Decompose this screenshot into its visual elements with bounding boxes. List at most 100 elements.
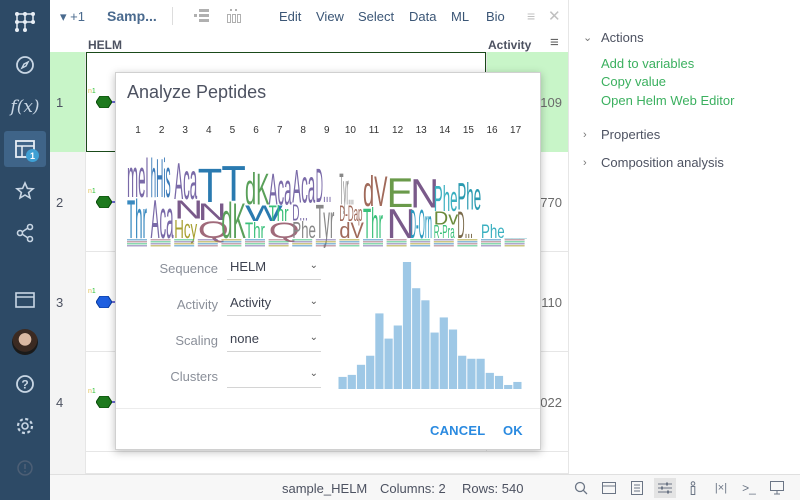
compass-icon[interactable] (0, 47, 50, 83)
histogram-bar[interactable] (494, 375, 504, 389)
activity-histogram[interactable] (338, 258, 522, 389)
histogram-bar[interactable] (458, 355, 467, 389)
ok-button[interactable]: OK (503, 423, 523, 438)
properties-section-header[interactable]: › Properties (583, 127, 660, 142)
activity-select[interactable]: Activity ⌄ (227, 292, 321, 316)
logo-minor-letter (127, 241, 147, 243)
info-icon[interactable] (682, 478, 704, 498)
position-number: 11 (368, 125, 380, 136)
svg-text:?: ? (21, 378, 28, 392)
actions-section-header[interactable]: ⌄ Actions (583, 30, 644, 45)
position-number: 1 (135, 125, 141, 136)
presentation-icon[interactable] (766, 478, 788, 498)
logo-minor-letter (457, 241, 478, 243)
column-header-activity[interactable]: Activity (488, 38, 531, 52)
share-icon[interactable] (0, 215, 50, 251)
logo-letter[interactable]: D-Orn (410, 202, 432, 248)
histogram-bar[interactable] (366, 355, 375, 389)
star-icon[interactable] (0, 173, 50, 209)
row-layout-icon[interactable] (193, 8, 209, 27)
histogram-bar[interactable] (421, 300, 430, 389)
histogram-bar[interactable] (467, 358, 476, 389)
histogram-bar[interactable] (393, 325, 402, 390)
position-number: 5 (229, 125, 236, 136)
function-icon[interactable]: f(x) (0, 89, 50, 125)
histogram-bar[interactable] (439, 317, 448, 389)
logo-minor-letter (504, 241, 525, 243)
logo-minor-letter (245, 241, 265, 243)
logo-minor-letter (197, 239, 218, 241)
column-icon[interactable]: |×| (710, 478, 732, 498)
logo-letter[interactable]: ___ (503, 234, 527, 239)
histogram-bar[interactable] (485, 372, 494, 389)
menu-ml[interactable]: ML (451, 9, 469, 24)
menu-edit[interactable]: Edit (279, 9, 301, 24)
hamburger-icon[interactable]: ≡ (527, 8, 535, 24)
helm-monomer-icon (96, 196, 112, 208)
menu-bio[interactable]: Bio (486, 9, 505, 24)
histogram-bar[interactable] (448, 329, 458, 389)
help-icon[interactable]: ? (0, 366, 50, 402)
alert-icon[interactable] (0, 450, 50, 486)
column-header-helm[interactable]: HELM (88, 38, 122, 52)
scaling-select[interactable]: none ⌄ (227, 328, 321, 352)
toolbar: ▾ +1 Samp... Edit View Select Data ML Bi… (50, 0, 568, 34)
composition-analysis-section-header[interactable]: › Composition analysis (583, 155, 724, 170)
logo-minor-letter (245, 243, 265, 245)
avatar-button[interactable] (0, 324, 50, 360)
histogram-bar[interactable] (347, 374, 356, 389)
views-dropdown[interactable]: ▾ +1 (60, 9, 85, 25)
logo-minor-letter (268, 245, 289, 247)
table-name[interactable]: Samp... (107, 8, 157, 24)
logo-minor-letter (339, 243, 360, 245)
menu-view[interactable]: View (316, 9, 344, 24)
logo-minor-letter (197, 245, 218, 247)
histogram-bar[interactable] (356, 364, 366, 389)
add-to-variables-link[interactable]: Add to variables (601, 56, 694, 71)
histogram-bar[interactable] (513, 381, 522, 389)
logo-minor-letter (386, 245, 407, 247)
close-icon[interactable]: ✕ (548, 7, 561, 25)
sequence-select[interactable]: HELM ⌄ (227, 256, 321, 280)
clusters-select[interactable]: ⌄ (227, 364, 321, 388)
column-layout-icon[interactable] (226, 8, 242, 27)
settings-icon[interactable] (0, 408, 50, 444)
histogram-bar[interactable] (430, 332, 439, 389)
cancel-button[interactable]: CANCEL (430, 423, 485, 438)
logo-minor-letter (315, 245, 336, 247)
dialog-title: Analyze Peptides (127, 82, 267, 102)
logo-minor-letter (315, 239, 336, 241)
logo-minor-letter (410, 239, 431, 241)
histogram-bar[interactable] (504, 384, 513, 389)
tables-icon[interactable]: 1 (4, 131, 46, 167)
histogram-bar[interactable] (384, 338, 393, 389)
menu-data[interactable]: Data (409, 9, 436, 24)
histogram-bar[interactable] (476, 358, 485, 389)
logo-icon[interactable] (0, 4, 50, 40)
settings-sliders-icon[interactable] (654, 478, 676, 498)
logo-minor-letter (386, 241, 407, 243)
menu-select[interactable]: Select (358, 9, 394, 24)
logo-minor-letter (150, 243, 171, 245)
terminal-icon[interactable]: >_ (738, 478, 760, 498)
table-row[interactable] (50, 452, 568, 474)
search-icon[interactable] (570, 478, 592, 498)
status-table-name[interactable]: sample_HELM (282, 481, 367, 496)
layout-icon[interactable] (598, 478, 620, 498)
chevron-right-icon: › (583, 128, 587, 141)
column-menu-icon[interactable]: ≡ (550, 34, 559, 51)
form-icon[interactable] (626, 478, 648, 498)
logo-minor-letter (481, 243, 501, 245)
sequence-logo[interactable]: melThrhHisAcaAcaNHcyTNQTdKdKWThrAcaThrQA… (126, 153, 536, 248)
logo-minor-letter (481, 239, 501, 241)
histogram-bar[interactable] (338, 376, 347, 389)
logo-letter[interactable]: R-Pra (434, 221, 455, 242)
histogram-bar[interactable] (412, 288, 421, 389)
copy-value-link[interactable]: Copy value (601, 74, 666, 89)
window-icon[interactable] (0, 282, 50, 318)
open-helm-web-editor-link[interactable]: Open Helm Web Editor (601, 93, 734, 108)
histogram-bar[interactable] (402, 262, 412, 389)
logo-minor-letter (363, 245, 383, 247)
histogram-bar[interactable] (375, 313, 384, 389)
logo-minor-letter (245, 245, 265, 247)
